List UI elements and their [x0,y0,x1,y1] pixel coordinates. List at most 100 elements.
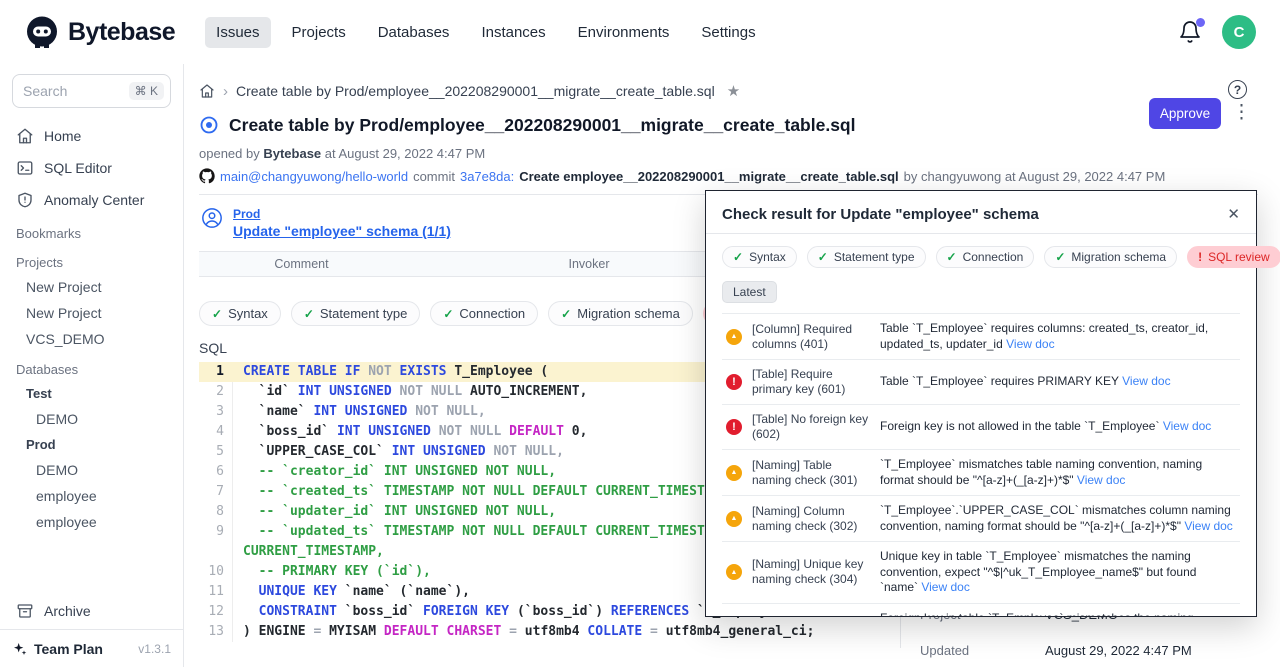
warning-icon: ▲ [726,511,742,527]
left-sidebar: ⌘ K HomeSQL EditorAnomaly Center Bookmar… [0,64,184,667]
navbar-right: C [1178,15,1256,49]
sql-editor-icon [16,159,34,177]
check-pill-label: Migration schema [577,306,680,321]
user-avatar[interactable]: C [1222,15,1256,49]
check-detail-text: Table `T_Employee` requires columns: cre… [880,321,1236,352]
view-doc-link[interactable]: View doc [1006,337,1054,351]
star-icon[interactable]: ★ [727,82,740,100]
check-pill-connection[interactable]: ✓Connection [936,246,1035,268]
sidebar-item-demo[interactable]: DEMO [0,457,183,483]
code-token: NOT NULL [400,384,470,399]
view-doc-link[interactable]: View doc [921,580,969,594]
sidebar-item-prod[interactable]: Prod [0,432,183,457]
help-icon[interactable]: ? [1228,80,1247,99]
stage-task-link[interactable]: Update "employee" schema (1/1) [233,223,451,239]
close-icon[interactable]: ✕ [1227,205,1240,223]
check-pill-migration-schema[interactable]: ✓Migration schema [1044,246,1177,268]
code-token: NOT NULL, [415,404,485,419]
check-rule-name: [Naming] Table naming check (301) [752,458,870,488]
view-doc-link[interactable]: View doc [1184,519,1232,533]
check-detail-text: `T_Employee` mismatches table naming con… [880,457,1236,488]
check-pill-syntax[interactable]: ✓Syntax [722,246,797,268]
check-icon: ✓ [304,307,314,321]
check-result-list: ▲[Column] Required columns (401)Table `T… [722,313,1240,616]
warning-icon: ▲ [726,465,742,481]
home-icon[interactable] [199,83,215,99]
check-row: ▲[Naming] Unique key naming check (304)U… [722,542,1240,604]
breadcrumb: › Create table by Prod/employee__2022082… [199,80,1280,102]
stage-env-link[interactable]: Prod [233,207,451,221]
nav-item-settings[interactable]: Settings [690,17,766,48]
view-doc-link[interactable]: View doc [1077,473,1125,487]
line-number: 8 [199,502,233,522]
code-token [243,604,259,619]
view-doc-link[interactable]: View doc [1122,374,1170,388]
brand-name[interactable]: Bytebase [68,18,175,47]
error-icon: ! [726,374,742,390]
warning-icon: ▲ [726,329,742,345]
nav-item-projects[interactable]: Projects [281,17,357,48]
plan-label[interactable]: Team Plan [34,641,103,657]
sidebar-item-anomaly-center[interactable]: Anomaly Center [0,184,183,216]
breadcrumb-title[interactable]: Create table by Prod/employee__202208290… [236,83,715,99]
sidebar-section-databases[interactable]: Databases [0,352,183,381]
vcs-commit-word: commit [413,169,455,184]
sidebar-item-label: Home [44,128,81,144]
check-pill-statement-type[interactable]: ✓Statement type [807,246,926,268]
sidebar-item-vcs-demo[interactable]: VCS_DEMO [0,326,183,352]
check-pill-statement-type[interactable]: ✓Statement type [291,301,421,326]
sidebar-item-label: SQL Editor [44,160,112,176]
check-pill-label: Connection [963,250,1024,264]
code-token: = [509,624,525,639]
check-icon: ✓ [443,307,453,321]
check-pill-label: Connection [459,306,525,321]
stage-links: Prod Update "employee" schema (1/1) [233,207,451,239]
sidebar-item-new-project[interactable]: New Project [0,274,183,300]
check-pill-label: SQL review [1208,250,1270,264]
nav-item-instances[interactable]: Instances [470,17,556,48]
sidebar-section-projects[interactable]: Projects [0,245,183,274]
vcs-commit-line: main@changyuwong/hello-world commit 3a7e… [199,168,1280,184]
bytebase-logo-icon[interactable] [24,14,60,50]
vcs-commit-link[interactable]: 3a7e8da: [460,169,514,184]
code-text: ) ENGINE = MYISAM DEFAULT CHARSET = utf8… [233,622,881,642]
nav-item-databases[interactable]: Databases [367,17,461,48]
check-rule-name: [Table] No foreign key (602) [752,412,870,442]
assignee-icon [201,207,223,229]
opened-time: at August 29, 2022 4:47 PM [321,146,485,161]
code-token: `boss_id` [243,424,337,439]
vcs-branch-link[interactable]: main@changyuwong/hello-world [220,169,408,184]
line-number: 3 [199,402,233,422]
sidebar-item-test[interactable]: Test [0,381,183,406]
sidebar-item-home[interactable]: Home [0,120,183,152]
issue-title-row: Create table by Prod/employee__202208290… [199,112,1280,138]
sidebar-section-bookmarks[interactable]: Bookmarks [0,216,183,245]
modal-header: Check result for Update "employee" schem… [722,205,1240,223]
anomaly-center-icon [16,191,34,209]
check-pill-migration-schema[interactable]: ✓Migration schema [548,301,693,326]
sidebar-item-employee[interactable]: employee [0,509,183,535]
search-input[interactable] [23,83,129,99]
error-icon: ! [726,419,742,435]
approve-button[interactable]: Approve [1149,98,1221,129]
latest-button[interactable]: Latest [722,281,777,303]
check-pill-sql-review[interactable]: ! SQL review [1187,246,1280,268]
code-token: INT UNSIGNED [337,424,439,439]
check-pill-syntax[interactable]: ✓Syntax [199,301,281,326]
nav-item-issues[interactable]: Issues [205,17,270,48]
check-pill-connection[interactable]: ✓ Connection [430,301,538,326]
check-icon: ✓ [1055,250,1065,264]
code-token: utf8mb4_general_ci; [666,624,815,639]
sidebar-item-archive[interactable]: Archive [0,593,183,629]
sidebar-item-demo[interactable]: DEMO [0,406,183,432]
view-doc-link[interactable]: View doc [1163,419,1211,433]
code-token: = [650,624,666,639]
error-icon: ! [1198,250,1202,264]
sidebar-item-new-project[interactable]: New Project [0,300,183,326]
sidebar-item-employee[interactable]: employee [0,483,183,509]
notifications-bell-icon[interactable] [1178,20,1202,44]
nav-item-environments[interactable]: Environments [567,17,681,48]
kebab-menu-icon[interactable]: ⋮ [1232,100,1251,126]
sidebar-item-sql-editor[interactable]: SQL Editor [0,152,183,184]
check-result-modal: Check result for Update "employee" schem… [705,190,1257,617]
